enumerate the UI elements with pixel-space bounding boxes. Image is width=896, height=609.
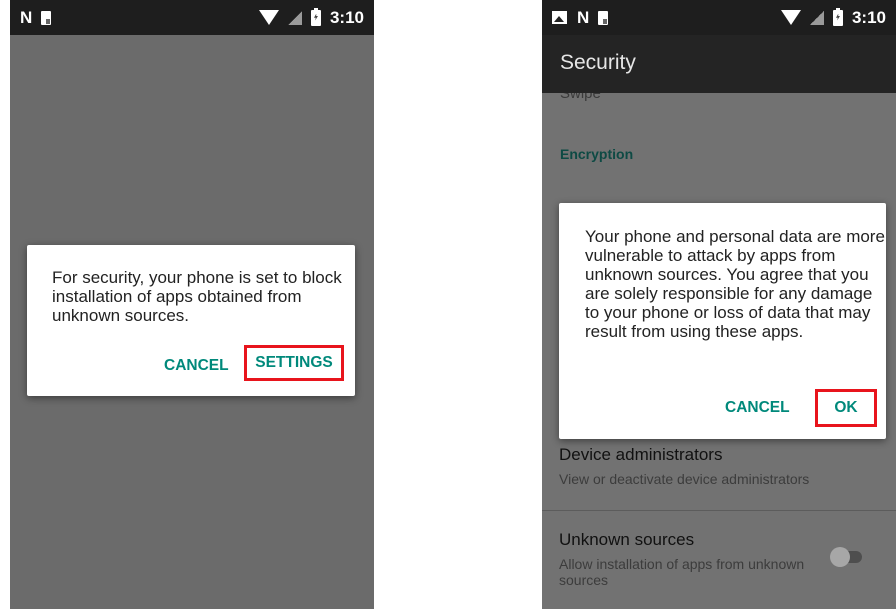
sim-icon — [598, 10, 609, 25]
unknown-sources-blocked-dialog: For security, your phone is set to block… — [27, 245, 355, 396]
status-bar: N 3:10 — [542, 0, 896, 35]
battery-icon — [832, 7, 843, 26]
left-phone-screen: N 3:10 For security, your phone is set t… — [10, 0, 374, 609]
battery-icon — [310, 7, 321, 26]
no-signal-icon — [287, 10, 302, 25]
settings-button[interactable]: SETTINGS — [244, 345, 344, 381]
pref-device-administrators[interactable]: Device administrators — [559, 445, 722, 465]
status-bar: N 3:10 — [10, 0, 374, 35]
cancel-button[interactable]: CANCEL — [164, 357, 229, 375]
category-encryption: Encryption — [560, 146, 634, 162]
ok-button[interactable]: OK — [815, 389, 877, 427]
toggle-thumb — [830, 547, 850, 567]
pref-unknown-sources-summary: Allow installation of apps from unknown … — [559, 556, 805, 588]
n-icon: N — [20, 8, 32, 27]
cancel-button[interactable]: CANCEL — [725, 399, 790, 417]
dialog-message: For security, your phone is set to block… — [52, 268, 342, 325]
app-bar: Security — [542, 35, 896, 93]
unknown-sources-toggle[interactable] — [830, 547, 866, 567]
image-icon — [552, 11, 567, 24]
wifi-icon — [780, 10, 801, 25]
dialog-message: Your phone and personal data are more vu… — [585, 227, 885, 341]
status-time: 3:10 — [329, 7, 364, 27]
right-phone-screen: N 3:10 Swipe Security Encryption Device … — [542, 0, 896, 609]
page-title: Security — [560, 51, 636, 74]
no-signal-icon — [809, 10, 824, 25]
wifi-icon — [258, 10, 279, 25]
pref-unknown-sources[interactable]: Unknown sources — [559, 530, 694, 550]
divider — [542, 510, 896, 511]
unknown-sources-warning-dialog: Your phone and personal data are more vu… — [559, 203, 886, 439]
pref-device-administrators-summary: View or deactivate device administrators — [559, 471, 810, 487]
n-icon: N — [577, 8, 589, 27]
sim-icon — [41, 10, 52, 25]
status-time: 3:10 — [851, 7, 886, 27]
